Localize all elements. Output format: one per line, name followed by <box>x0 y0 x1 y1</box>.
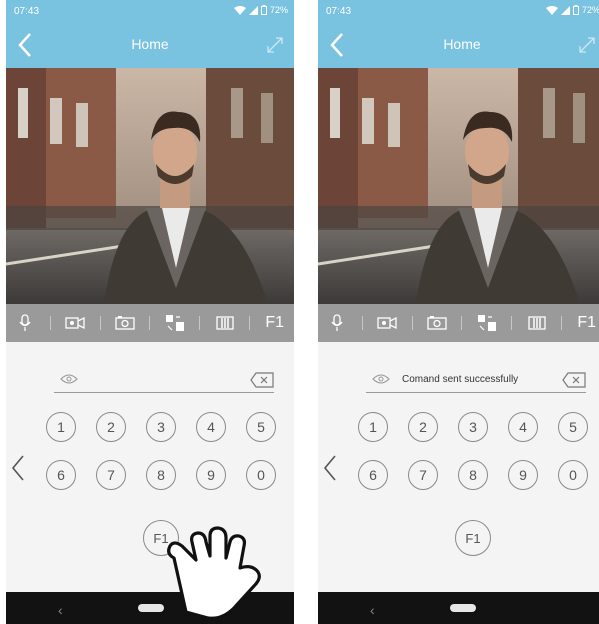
code-input[interactable] <box>54 372 274 393</box>
chevron-left-icon[interactable] <box>10 454 26 482</box>
code-input[interactable]: Comand sent successfully <box>366 372 586 393</box>
key-6[interactable]: 6 <box>46 460 76 490</box>
chevron-left-icon[interactable] <box>322 454 338 482</box>
phone-screen-after: 07:43 72% Home F1 Comand sent successful… <box>318 0 599 624</box>
key-7[interactable]: 7 <box>408 460 438 490</box>
snapshot-button[interactable] <box>111 311 139 335</box>
f1-toolbar-button[interactable]: F1 <box>261 311 289 335</box>
control-toolbar: F1 <box>6 304 294 342</box>
signal-icon <box>560 5 570 15</box>
key-1[interactable]: 1 <box>46 412 76 442</box>
mic-icon <box>19 314 31 331</box>
backspace-icon[interactable] <box>250 372 274 388</box>
key-5[interactable]: 5 <box>558 412 588 442</box>
gallery-icon <box>165 315 184 331</box>
keypad-area: Comand sent successfully 1 2 3 4 5 6 7 8… <box>318 342 599 592</box>
hand-pointer-icon <box>167 526 261 620</box>
backspace-icon[interactable] <box>562 372 586 388</box>
snapshot-button[interactable] <box>423 311 451 335</box>
nav-home-pill[interactable] <box>450 604 476 612</box>
key-9[interactable]: 9 <box>196 460 226 490</box>
record-icon <box>377 316 397 330</box>
video-frame <box>6 68 294 304</box>
key-6[interactable]: 6 <box>358 460 388 490</box>
mic-icon <box>331 314 343 331</box>
key-1[interactable]: 1 <box>358 412 388 442</box>
key-2[interactable]: 2 <box>408 412 438 442</box>
record-button[interactable] <box>61 311 89 335</box>
battery-percent: 72% <box>269 5 288 15</box>
status-bar: 07:43 72% <box>6 0 294 22</box>
key-0[interactable]: 0 <box>558 460 588 490</box>
key-5[interactable]: 5 <box>246 412 276 442</box>
camera-icon <box>115 316 135 330</box>
status-bar: 07:43 72% <box>318 0 599 22</box>
key-8[interactable]: 8 <box>458 460 488 490</box>
app-bar: Home <box>6 22 294 68</box>
battery-percent: 72% <box>581 5 599 15</box>
key-3[interactable]: 3 <box>458 412 488 442</box>
eye-icon[interactable] <box>372 372 390 386</box>
key-0[interactable]: 0 <box>246 460 276 490</box>
status-message: Comand sent successfully <box>402 374 519 385</box>
control-toolbar: F1 <box>318 304 599 342</box>
gallery-icon <box>477 315 496 331</box>
phone-screen-before: 07:43 72% Home F1 1 2 3 4 5 6 7 8 9 0 F1… <box>6 0 294 624</box>
gallery-button[interactable] <box>161 311 189 335</box>
camera-icon <box>427 316 447 330</box>
video-feed <box>318 68 599 304</box>
gate-button[interactable] <box>523 311 551 335</box>
record-button[interactable] <box>373 311 401 335</box>
key-8[interactable]: 8 <box>146 460 176 490</box>
signal-icon <box>248 5 258 15</box>
video-feed <box>6 68 294 304</box>
gate-icon <box>216 316 234 330</box>
wifi-icon <box>545 5 558 15</box>
expand-icon[interactable] <box>578 36 596 54</box>
gate-icon <box>528 316 546 330</box>
battery-icon <box>260 5 267 15</box>
page-title: Home <box>443 36 481 52</box>
key-7[interactable]: 7 <box>96 460 126 490</box>
wifi-icon <box>233 5 246 15</box>
expand-icon[interactable] <box>266 36 284 54</box>
nav-back-icon[interactable]: ‹ <box>370 602 375 618</box>
system-nav-bar: ‹ <box>318 592 599 624</box>
mic-button[interactable] <box>323 311 351 335</box>
page-title: Home <box>131 36 169 52</box>
f1-key[interactable]: F1 <box>455 520 491 556</box>
key-4[interactable]: 4 <box>508 412 538 442</box>
eye-icon[interactable] <box>60 372 78 386</box>
app-bar: Home <box>318 22 599 68</box>
key-9[interactable]: 9 <box>508 460 538 490</box>
gallery-button[interactable] <box>473 311 501 335</box>
key-2[interactable]: 2 <box>96 412 126 442</box>
video-frame <box>318 68 599 304</box>
key-3[interactable]: 3 <box>146 412 176 442</box>
f1-toolbar-button[interactable]: F1 <box>573 311 599 335</box>
key-4[interactable]: 4 <box>196 412 226 442</box>
mic-button[interactable] <box>11 311 39 335</box>
nav-back-icon[interactable]: ‹ <box>58 602 63 618</box>
status-time: 07:43 <box>326 6 352 17</box>
gate-button[interactable] <box>211 311 239 335</box>
battery-icon <box>572 5 579 15</box>
record-icon <box>65 316 85 330</box>
status-time: 07:43 <box>14 6 40 17</box>
